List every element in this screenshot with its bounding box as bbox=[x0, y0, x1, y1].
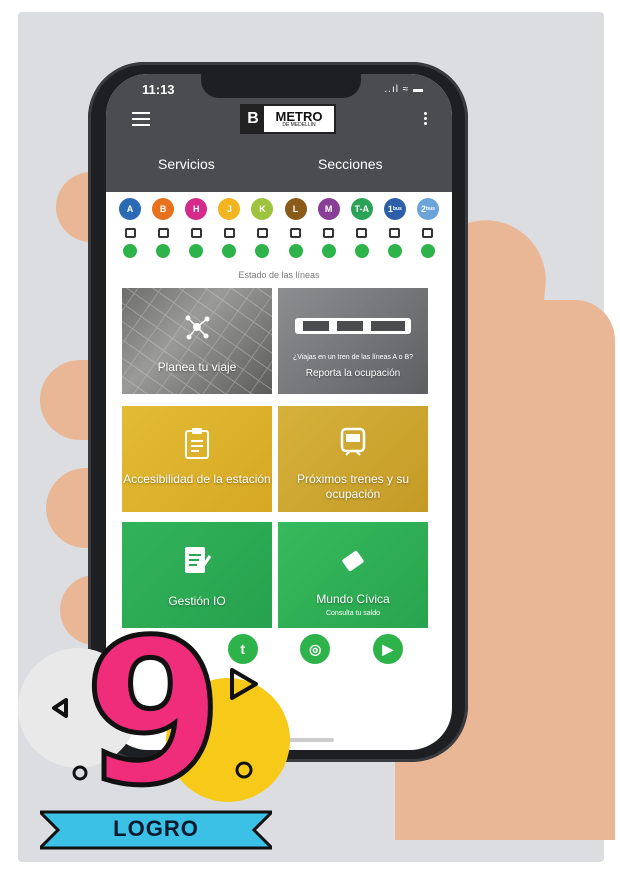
line-status-item[interactable]: J bbox=[217, 198, 241, 258]
tile-proximos-trenes[interactable]: Próximos trenes y su ocupación bbox=[278, 406, 428, 512]
status-dot bbox=[123, 244, 137, 258]
line-status-item[interactable]: M bbox=[317, 198, 341, 258]
line-status-item[interactable]: H bbox=[184, 198, 208, 258]
line-status-row: A B H J K L M T-A 1 bus 2 bus bbox=[118, 198, 440, 258]
train-icon bbox=[223, 228, 235, 238]
phone-notch bbox=[201, 74, 361, 98]
clipboard-icon bbox=[185, 428, 209, 459]
train-icon bbox=[157, 228, 169, 238]
train-icon bbox=[389, 228, 401, 238]
tab-secciones[interactable]: Secciones bbox=[318, 156, 383, 172]
tile-title: Próximos trenes y su ocupación bbox=[296, 472, 410, 501]
line-status-item[interactable]: A bbox=[118, 198, 142, 258]
tile-title: Reporta la ocupación bbox=[305, 368, 401, 379]
app-header: 11:13 ..ıl ≈ ▬ B METRO DE MEDELLÍN Servi… bbox=[106, 74, 452, 192]
line-badge: B bbox=[152, 198, 175, 220]
status-dot bbox=[354, 244, 369, 258]
line-badge: 1 bus bbox=[383, 198, 406, 220]
badge-label: LOGRO bbox=[113, 816, 199, 841]
train-icon bbox=[323, 228, 335, 238]
instagram-icon[interactable]: ◎ bbox=[300, 634, 331, 664]
line-badge: J bbox=[218, 198, 241, 220]
tile-reporta-ocupacion[interactable]: ¿Viajas en un tren de las líneas A o B? … bbox=[278, 288, 428, 394]
line-badge: M bbox=[317, 198, 340, 220]
tile-subtitle: Consulta tu saldo bbox=[325, 610, 381, 617]
tile-planea-viaje[interactable]: Planea tu viaje bbox=[122, 288, 272, 394]
status-indicators: ..ıl ≈ ▬ bbox=[384, 84, 424, 95]
tile-mundo-civica[interactable]: Mundo Cívica Consulta tu saldo bbox=[278, 522, 428, 628]
tile-accesibilidad[interactable]: Accesibilidad de la estación bbox=[122, 406, 272, 512]
status-dot bbox=[156, 244, 171, 258]
train-front-icon bbox=[340, 427, 366, 456]
train-icon bbox=[256, 228, 268, 238]
train-icon bbox=[422, 228, 434, 238]
status-dot bbox=[288, 244, 303, 258]
achievement-badge: 9 LOGRO bbox=[0, 611, 300, 875]
train-icon bbox=[124, 228, 136, 238]
line-badge: K bbox=[251, 198, 274, 220]
tile-title: Planea tu viaje bbox=[157, 360, 237, 374]
line-status-item[interactable]: T-A bbox=[350, 198, 374, 258]
status-dot bbox=[387, 244, 402, 258]
tile-title: Mundo Cívica bbox=[316, 592, 390, 606]
tile-subtitle: ¿Viajas en un tren de las líneas A o B? bbox=[292, 354, 414, 361]
civica-card-icon bbox=[342, 550, 364, 572]
line-status-item[interactable]: B bbox=[151, 198, 175, 258]
line-badge: T-A bbox=[350, 198, 373, 220]
line-badge: A bbox=[119, 198, 141, 220]
line-status-item[interactable]: 1 bus bbox=[383, 198, 407, 258]
line-badge: 2 bus bbox=[416, 198, 439, 220]
kebab-icon[interactable] bbox=[424, 112, 428, 127]
line-status-item[interactable]: K bbox=[250, 198, 274, 258]
train-icon bbox=[190, 228, 202, 238]
status-dot bbox=[255, 244, 270, 258]
line-status-item[interactable]: L bbox=[284, 198, 308, 258]
tab-servicios[interactable]: Servicios bbox=[158, 156, 215, 172]
line-status-item[interactable]: 2 bus bbox=[416, 198, 440, 258]
metro-logo: B METRO DE MEDELLÍN bbox=[240, 104, 336, 134]
status-time: 11:13 bbox=[142, 82, 175, 97]
tile-title: Accesibilidad de la estación bbox=[123, 472, 271, 486]
youtube-icon[interactable]: ▶ bbox=[372, 634, 403, 664]
line-badge: H bbox=[185, 198, 208, 220]
train-icon bbox=[356, 228, 368, 238]
train-occupancy-icon bbox=[295, 318, 411, 334]
achievement-number: 9 bbox=[81, 597, 225, 830]
route-network-icon bbox=[185, 315, 210, 340]
status-dot bbox=[189, 244, 204, 258]
status-dot bbox=[222, 244, 237, 258]
status-dot bbox=[321, 244, 336, 258]
metro-logo-mark: B bbox=[242, 106, 264, 132]
hamburger-icon[interactable] bbox=[132, 112, 150, 126]
lines-caption: Estado de las líneas bbox=[238, 270, 320, 280]
document-edit-icon bbox=[185, 547, 212, 573]
logo-subtitle: DE MEDELLÍN bbox=[282, 122, 316, 128]
line-badge: L bbox=[284, 198, 307, 220]
status-dot bbox=[420, 244, 435, 258]
train-icon bbox=[290, 228, 302, 238]
